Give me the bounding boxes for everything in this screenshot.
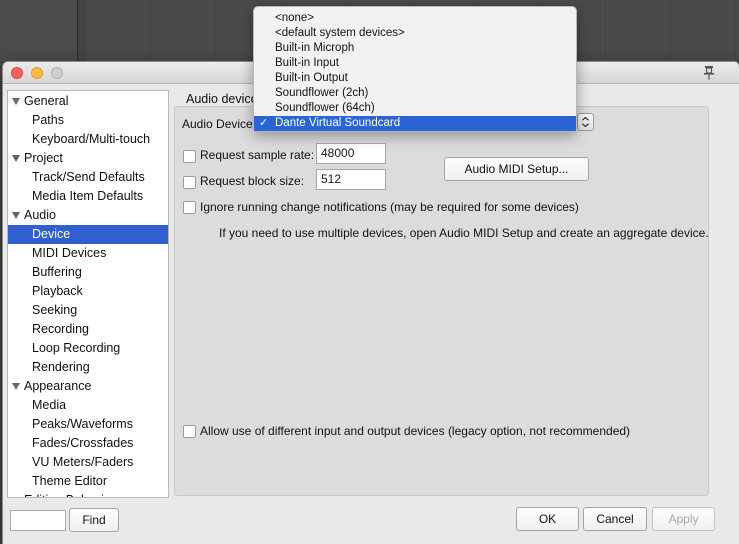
- disclosure-triangle-icon[interactable]: [12, 383, 20, 390]
- allow-different-devices-label: Allow use of different input and output …: [200, 424, 631, 438]
- sidebar-item[interactable]: Loop Recording: [8, 339, 168, 358]
- sidebar-item-label: Audio: [24, 208, 56, 222]
- audio-midi-setup-button[interactable]: Audio MIDI Setup...: [444, 157, 589, 181]
- pin-icon[interactable]: [701, 65, 717, 81]
- dropdown-option-label: Soundflower (64ch): [275, 102, 375, 114]
- dropdown-option[interactable]: <default system devices>: [254, 26, 576, 41]
- sidebar-item[interactable]: Device: [8, 225, 168, 244]
- sidebar-item[interactable]: Recording: [8, 320, 168, 339]
- aggregate-device-hint: If you need to use multiple devices, ope…: [219, 226, 709, 240]
- dropdown-option-label: <none>: [275, 12, 315, 24]
- audio-device-label: Audio Device:: [182, 117, 257, 131]
- sidebar-item-label: MIDI Devices: [32, 246, 107, 260]
- sidebar-item[interactable]: Playback: [8, 282, 168, 301]
- sidebar-item[interactable]: Editing Behavior: [8, 491, 168, 498]
- sidebar-item[interactable]: Peaks/Waveforms: [8, 415, 168, 434]
- minimize-window-icon[interactable]: [31, 67, 43, 79]
- preferences-category-tree[interactable]: General Paths Keyboard/Multi-touch Project T…: [7, 90, 169, 498]
- group-title: Audio device: [184, 92, 260, 106]
- sidebar-item[interactable]: General: [8, 92, 168, 111]
- block-size-input[interactable]: 512: [316, 169, 386, 190]
- sidebar-item[interactable]: Paths: [8, 111, 168, 130]
- ok-button[interactable]: OK: [516, 507, 579, 531]
- sidebar-item[interactable]: Audio: [8, 206, 168, 225]
- sidebar-item-label: Project: [24, 151, 63, 165]
- sidebar-item[interactable]: Buffering: [8, 263, 168, 282]
- sidebar-item[interactable]: Media: [8, 396, 168, 415]
- dropdown-option[interactable]: ✓ Dante Virtual Soundcard: [254, 116, 576, 131]
- find-input[interactable]: [10, 510, 66, 531]
- request-sample-rate-label: Request sample rate:: [200, 148, 315, 162]
- sidebar-item[interactable]: Track/Send Defaults: [8, 168, 168, 187]
- dropdown-option-label: Dante Virtual Soundcard: [275, 117, 401, 129]
- sidebar-item-label: Media: [32, 398, 67, 412]
- sidebar-item-label: Theme Editor: [32, 474, 108, 488]
- cancel-button[interactable]: Cancel: [583, 507, 647, 531]
- sidebar-item[interactable]: Theme Editor: [8, 472, 168, 491]
- audio-device-dropdown-menu[interactable]: <none> <default system devices> Built-in M…: [253, 6, 577, 132]
- dropdown-option-label: Soundflower (2ch): [275, 87, 369, 99]
- zoom-window-icon[interactable]: [51, 67, 63, 79]
- disclosure-triangle-icon[interactable]: [12, 212, 20, 219]
- background-panel: [0, 0, 78, 62]
- sidebar-item[interactable]: Rendering: [8, 358, 168, 377]
- sidebar-item-label: Playback: [32, 284, 83, 298]
- dropdown-option[interactable]: Built-in Input: [254, 56, 576, 71]
- sidebar-item[interactable]: Media Item Defaults: [8, 187, 168, 206]
- sidebar-item-label: Loop Recording: [32, 341, 121, 355]
- sidebar-item-label: Paths: [32, 113, 64, 127]
- sidebar-item-label: Fades/Crossfades: [32, 436, 134, 450]
- disclosure-triangle-icon[interactable]: [12, 98, 20, 105]
- dropdown-option-label: Built-in Microph: [275, 42, 355, 54]
- dropdown-option[interactable]: Soundflower (2ch): [254, 86, 576, 101]
- sidebar-item-label: Rendering: [32, 360, 90, 374]
- ignore-change-notifications-label: Ignore running change notifications (may…: [200, 200, 579, 214]
- sidebar-item-label: Media Item Defaults: [32, 189, 144, 203]
- dropdown-option[interactable]: Built-in Microph: [254, 41, 576, 56]
- sidebar-item[interactable]: Fades/Crossfades: [8, 434, 168, 453]
- sidebar-item-label: Appearance: [24, 379, 92, 393]
- sidebar-item-label: Device: [32, 227, 71, 241]
- sidebar-item-label: Track/Send Defaults: [32, 170, 145, 184]
- sidebar-item[interactable]: MIDI Devices: [8, 244, 168, 263]
- apply-button[interactable]: Apply: [652, 507, 715, 531]
- sidebar-item-label: Recording: [32, 322, 89, 336]
- disclosure-triangle-icon[interactable]: [12, 497, 20, 498]
- dropdown-option[interactable]: Soundflower (64ch): [254, 101, 576, 116]
- chevron-up-down-icon: [582, 116, 589, 128]
- checkmark-icon: ✓: [259, 117, 269, 129]
- dropdown-option-label: Built-in Input: [275, 57, 339, 69]
- request-block-size-checkbox[interactable]: [183, 176, 196, 189]
- sidebar-item-label: General: [24, 94, 69, 108]
- sidebar-item[interactable]: Seeking: [8, 301, 168, 320]
- sidebar-item[interactable]: Keyboard/Multi-touch: [8, 130, 168, 149]
- sidebar-item-label: Editing Behavior: [24, 493, 115, 497]
- request-sample-rate-checkbox[interactable]: [183, 150, 196, 163]
- dropdown-option[interactable]: Built-in Output: [254, 71, 576, 86]
- sidebar-item-label: Peaks/Waveforms: [32, 417, 133, 431]
- close-window-icon[interactable]: [11, 67, 23, 79]
- sample-rate-input[interactable]: 48000: [316, 143, 386, 164]
- sidebar-item-label: Buffering: [32, 265, 82, 279]
- ignore-change-notifications-checkbox[interactable]: [183, 201, 196, 214]
- sidebar-item-label: Keyboard/Multi-touch: [32, 132, 151, 146]
- sidebar-item-label: VU Meters/Faders: [32, 455, 134, 469]
- dropdown-option[interactable]: <none>: [254, 11, 576, 26]
- disclosure-triangle-icon[interactable]: [12, 155, 20, 162]
- dropdown-option-label: <default system devices>: [275, 27, 405, 39]
- sidebar-item-label: Seeking: [32, 303, 78, 317]
- preferences-window: General Paths Keyboard/Multi-touch Project T…: [3, 62, 739, 544]
- sidebar-item[interactable]: Project: [8, 149, 168, 168]
- audio-device-select[interactable]: [577, 113, 594, 131]
- dropdown-option-label: Built-in Output: [275, 72, 348, 84]
- sidebar-item[interactable]: Appearance: [8, 377, 168, 396]
- request-block-size-label: Request block size:: [200, 174, 305, 188]
- sidebar-item[interactable]: VU Meters/Faders: [8, 453, 168, 472]
- find-button[interactable]: Find: [69, 508, 119, 532]
- allow-different-devices-checkbox[interactable]: [183, 425, 196, 438]
